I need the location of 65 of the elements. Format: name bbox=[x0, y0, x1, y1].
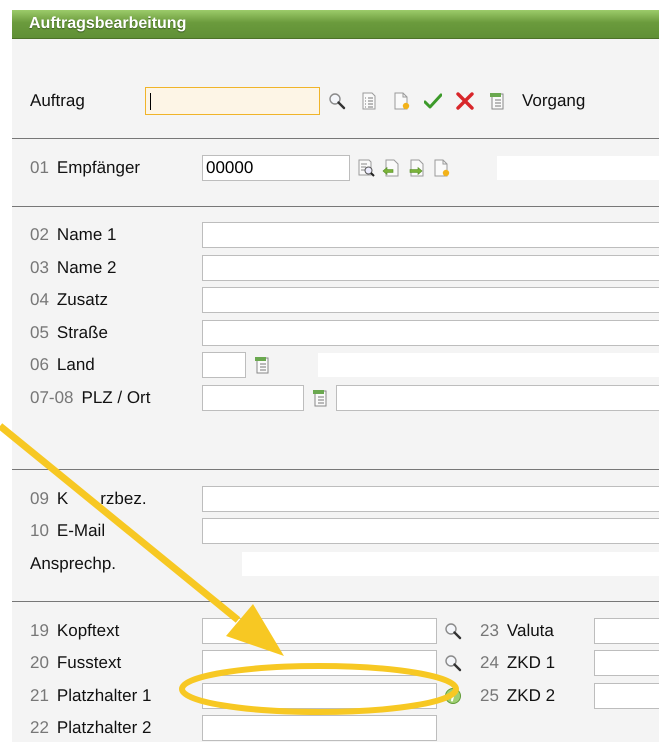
input-field[interactable] bbox=[202, 320, 659, 346]
field-label: PLZ / Ort bbox=[81, 388, 150, 408]
field-label: Auftrag bbox=[30, 91, 86, 111]
new-document-icon[interactable] bbox=[392, 92, 410, 110]
field-number: 04 bbox=[30, 290, 49, 310]
input-field[interactable] bbox=[202, 715, 437, 741]
field-number: 19 bbox=[30, 620, 49, 640]
field-number: 06 bbox=[30, 355, 49, 375]
table-icon[interactable] bbox=[488, 92, 506, 110]
field-label: Platzhalter 1 bbox=[56, 686, 152, 706]
checkmark-icon[interactable] bbox=[424, 92, 442, 110]
field-label: K bbox=[56, 488, 68, 508]
field-number: 03 bbox=[30, 258, 49, 278]
window-title: Auftragsbearbeitung bbox=[12, 10, 659, 39]
document-arrow-icon[interactable] bbox=[382, 159, 400, 177]
input-field[interactable] bbox=[202, 287, 659, 313]
field-label: Empfänger bbox=[56, 158, 140, 178]
input-field[interactable] bbox=[202, 222, 659, 248]
search-icon[interactable] bbox=[444, 622, 462, 640]
field-label: Land bbox=[56, 355, 95, 375]
table-icon[interactable] bbox=[253, 356, 271, 374]
input-field[interactable] bbox=[336, 384, 659, 410]
field-number: 24 bbox=[480, 653, 499, 673]
input-field[interactable] bbox=[202, 384, 304, 410]
field-label: E-Mail bbox=[56, 521, 106, 541]
field-number: 23 bbox=[480, 620, 499, 640]
field-number: 02 bbox=[30, 225, 49, 245]
input-field[interactable] bbox=[202, 486, 659, 512]
input-field[interactable] bbox=[202, 518, 659, 544]
field-label: Name 2 bbox=[56, 258, 116, 278]
input-field[interactable] bbox=[202, 352, 246, 378]
field-number: 22 bbox=[30, 718, 49, 738]
table-icon[interactable] bbox=[311, 388, 329, 406]
field-label: Fusstext bbox=[56, 653, 122, 673]
field-number: 09 bbox=[30, 488, 49, 508]
search-icon[interactable] bbox=[444, 654, 462, 672]
document-arrow-icon[interactable] bbox=[407, 159, 425, 177]
field-number: 05 bbox=[30, 322, 49, 342]
field-number: 10 bbox=[30, 521, 49, 541]
field-number: 25 bbox=[480, 686, 499, 706]
info-icon[interactable] bbox=[444, 686, 462, 704]
field-number: 01 bbox=[30, 158, 49, 178]
field-label: ZKD 1 bbox=[506, 653, 556, 673]
search-icon[interactable] bbox=[328, 92, 346, 110]
document-search-icon[interactable] bbox=[357, 159, 375, 177]
field-label: Valuta bbox=[506, 620, 554, 640]
cross-icon[interactable] bbox=[456, 92, 474, 110]
field-label: Zusatz bbox=[56, 290, 108, 310]
input-field[interactable] bbox=[202, 254, 659, 280]
field-label: Platzhalter 2 bbox=[56, 718, 152, 738]
order-input-field[interactable] bbox=[145, 87, 320, 115]
input-field[interactable]: 00000 bbox=[202, 155, 350, 181]
field-number: 07-08 bbox=[30, 388, 74, 408]
document-list-icon[interactable] bbox=[360, 92, 378, 110]
process-label: Vorgang bbox=[522, 91, 586, 111]
input-field[interactable] bbox=[202, 682, 437, 708]
field-label: rzbez. bbox=[100, 488, 147, 508]
field-label: Name 1 bbox=[56, 225, 116, 245]
field-number: 20 bbox=[30, 653, 49, 673]
field-label: Kopftext bbox=[56, 620, 120, 640]
field-label: ZKD 2 bbox=[506, 686, 556, 706]
field-label: Ansprechp. bbox=[30, 554, 116, 574]
new-document-icon[interactable] bbox=[432, 159, 450, 177]
field-label: Straße bbox=[56, 322, 108, 342]
field-number: 21 bbox=[30, 686, 49, 706]
